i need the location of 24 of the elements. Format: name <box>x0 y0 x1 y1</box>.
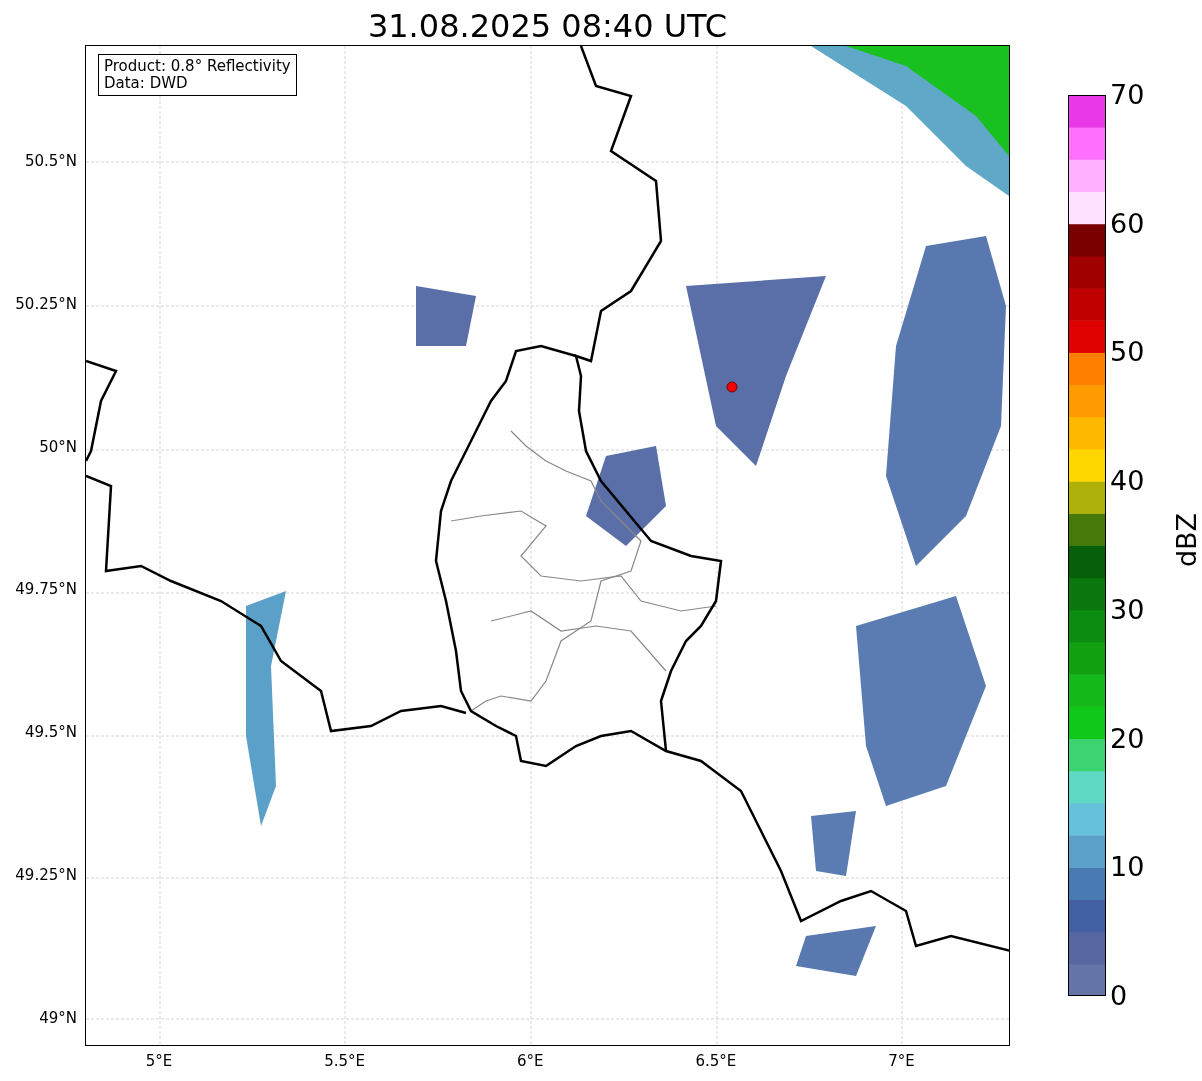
longitude-label: 5.5°E <box>324 1052 365 1070</box>
latitude-label: 49.75°N <box>15 580 77 599</box>
latitude-label: 50°N <box>39 437 77 456</box>
colorbar-tick-label: 60 <box>1110 208 1145 239</box>
longitude-label: 6°E <box>516 1052 544 1070</box>
info-text: Data: DWD <box>104 75 189 92</box>
latitude-label: 49.25°N <box>15 866 77 884</box>
latitude-label: 50.5°N <box>24 152 77 170</box>
colorbar-tick-label: 20 <box>1110 723 1145 754</box>
colorbar-tick-label: 30 <box>1110 594 1145 625</box>
colorbar-tick-label: 0 <box>1110 981 1128 1011</box>
colorbar-label: dBZ <box>1172 512 1202 568</box>
colorbar-tick-label: 40 <box>1110 466 1145 497</box>
longitude-label: 5°E <box>145 1052 173 1070</box>
colorbar-tick-label: 50 <box>1110 337 1145 368</box>
longitude-label: 7°E <box>888 1052 915 1070</box>
latitude-label: 50.25°N <box>15 294 77 313</box>
longitude-label: 6.5°E <box>695 1052 737 1070</box>
colorbar-tick-label: 10 <box>1110 852 1145 883</box>
latitude-label: 49°N <box>39 1008 77 1027</box>
colorbar-tick-label: 70 <box>1110 80 1145 110</box>
latitude-label: 49.5°N <box>24 723 77 742</box>
chart-title: 31.08.2025 08:40 UTC <box>367 7 728 45</box>
info-text: Product: 0.8° Reflectivity <box>104 58 291 75</box>
